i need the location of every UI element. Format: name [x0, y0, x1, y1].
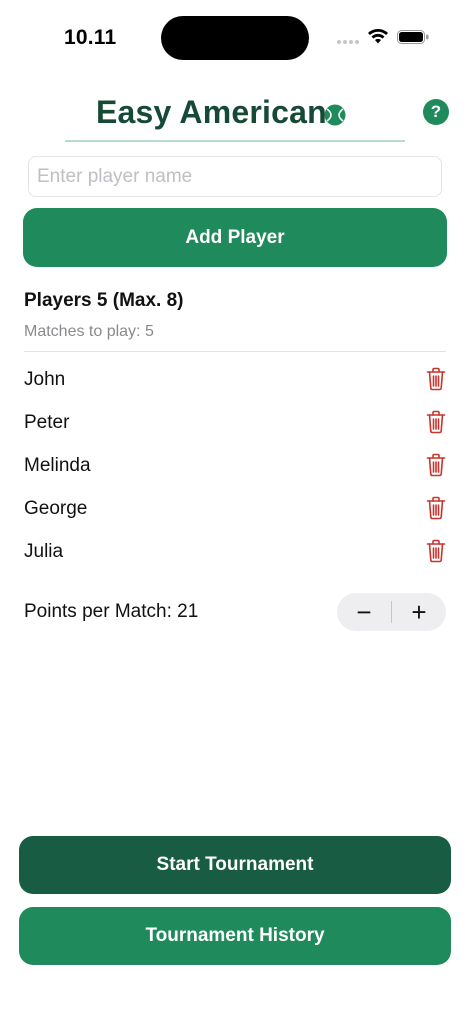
player-name-input[interactable]: [28, 156, 442, 197]
decrement-button[interactable]: −: [337, 593, 391, 631]
matches-to-play-label: Matches to play: 5: [24, 323, 154, 340]
status-time: 10.11: [64, 26, 117, 49]
start-tournament-button[interactable]: Start Tournament: [19, 836, 451, 894]
player-name: John: [24, 369, 66, 390]
player-row: George: [24, 496, 446, 526]
tournament-history-button[interactable]: Tournament History: [19, 907, 451, 965]
player-row: Melinda: [24, 453, 446, 483]
delete-player-trash-icon[interactable]: [426, 539, 446, 563]
add-player-button[interactable]: Add Player: [23, 208, 447, 267]
tennis-ball-icon: [324, 104, 346, 126]
delete-player-trash-icon[interactable]: [426, 453, 446, 477]
players-heading: Players 5 (Max. 8): [24, 290, 184, 311]
player-name: Julia: [24, 541, 64, 562]
signal-icon: [337, 40, 359, 44]
player-name: Peter: [24, 412, 70, 433]
section-divider: [24, 351, 446, 352]
increment-button[interactable]: +: [392, 593, 446, 631]
app-header: Easy American: [0, 92, 470, 138]
delete-player-trash-icon[interactable]: [426, 410, 446, 434]
points-stepper: − +: [337, 593, 446, 631]
battery-icon: [397, 30, 429, 44]
delete-player-trash-icon[interactable]: [426, 367, 446, 391]
wifi-icon: [368, 29, 388, 44]
dynamic-island: [161, 16, 309, 60]
points-per-match-label: Points per Match: 21: [24, 601, 199, 622]
player-row: Peter: [24, 410, 446, 440]
help-button[interactable]: ?: [423, 99, 449, 125]
status-bar: 10.11: [0, 0, 470, 70]
app-title: Easy American: [96, 94, 327, 130]
delete-player-trash-icon[interactable]: [426, 496, 446, 520]
player-row: John: [24, 367, 446, 397]
player-name: Melinda: [24, 455, 91, 476]
player-row: Julia: [24, 539, 446, 569]
player-name: George: [24, 498, 88, 519]
title-underline: [65, 140, 405, 142]
